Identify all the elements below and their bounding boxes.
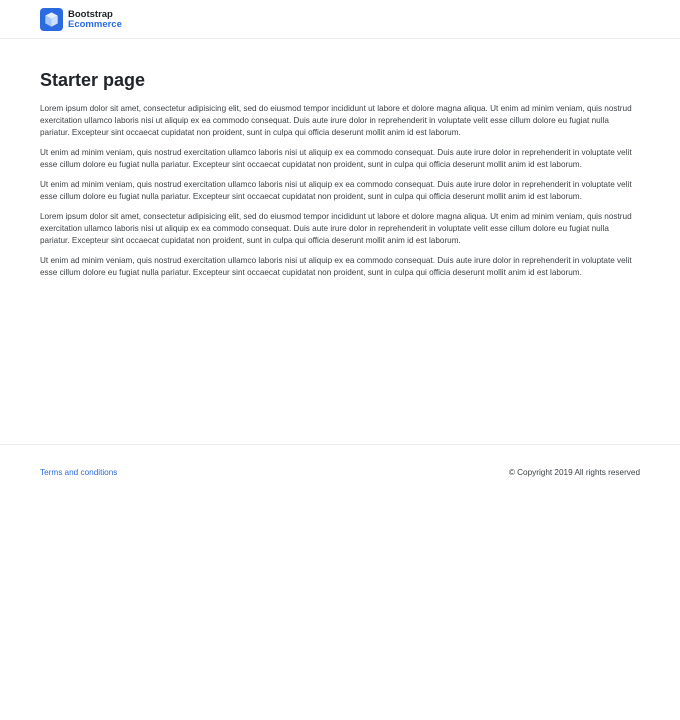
paragraph-1: Lorem ipsum dolor sit amet, consectetur … — [40, 104, 632, 137]
brand-subtitle: Ecommerce — [68, 18, 122, 30]
paragraph-3: Ut enim ad minim veniam, quis nostrud ex… — [40, 180, 632, 201]
cube-logo-icon — [40, 8, 63, 31]
copyright-text: © Copyright 2019 All rights reserved — [508, 468, 640, 477]
site-footer: Terms and conditions © Copyright 2019 Al… — [0, 444, 680, 500]
brand-text: Bootstrap Ecommerce — [68, 8, 122, 30]
main-content: Starter page Lorem ipsum dolor sit amet,… — [0, 39, 680, 415]
terms-link[interactable]: Terms and conditions — [40, 468, 117, 477]
brand-link[interactable]: Bootstrap Ecommerce — [40, 8, 122, 31]
paragraph-5: Ut enim ad minim veniam, quis nostrud ex… — [40, 256, 632, 277]
paragraph-2: Ut enim ad minim veniam, quis nostrud ex… — [40, 148, 632, 169]
page-title: Starter page — [40, 70, 146, 90]
paragraph-4: Lorem ipsum dolor sit amet, consectetur … — [40, 212, 632, 245]
site-header: Bootstrap Ecommerce — [0, 0, 680, 39]
brand-name: Bootstrap — [68, 8, 113, 20]
